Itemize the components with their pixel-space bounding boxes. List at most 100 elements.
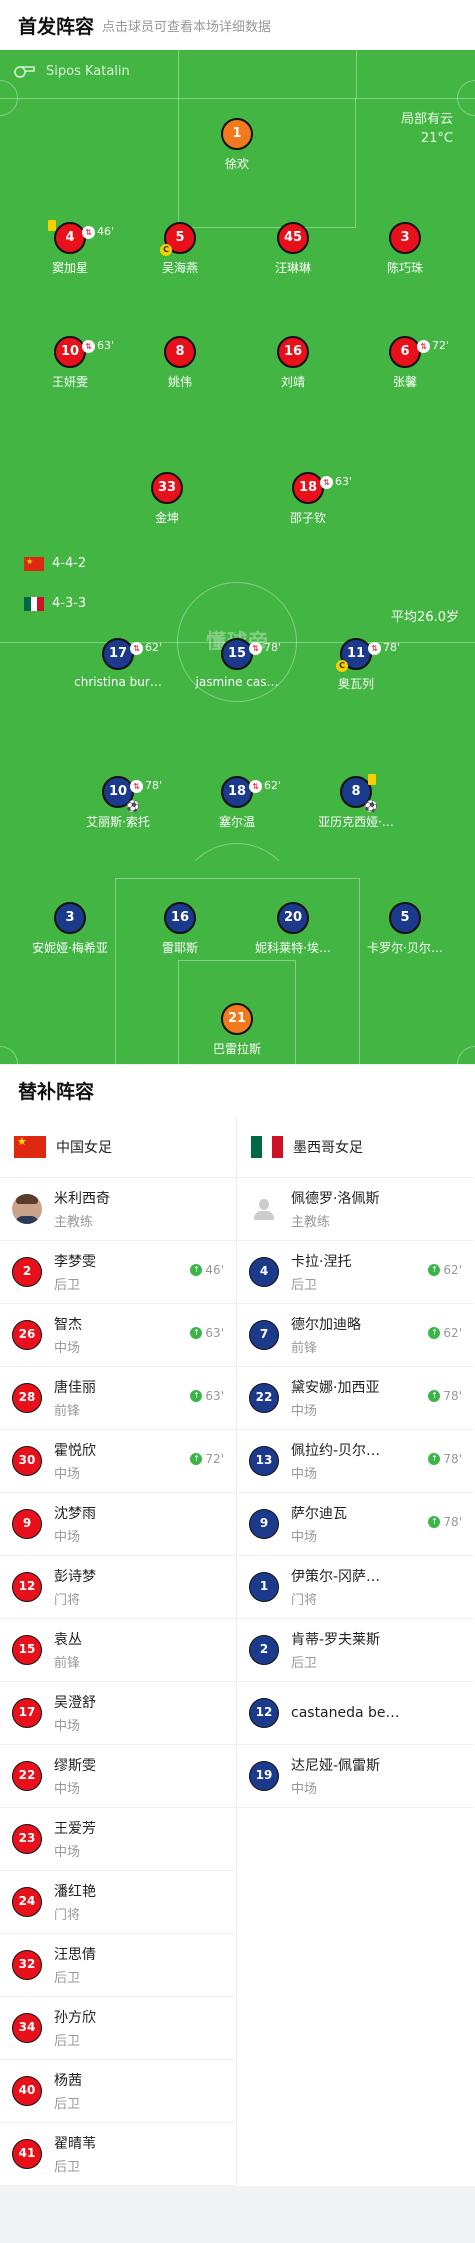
sub-player-row[interactable]: 34 孙方欣 后卫 xyxy=(0,1997,236,2060)
sub-player-row[interactable]: 26 智杰 中场 ↑ 63' xyxy=(0,1304,236,1367)
sub-player-row[interactable]: 22 缪斯雯 中场 xyxy=(0,1745,236,1808)
player-name: christina bur… xyxy=(74,675,162,689)
sub-player-row[interactable]: 7 德尔加迪略 前锋 ↑ 62' xyxy=(237,1304,474,1367)
home-player[interactable]: 8 姚伟 xyxy=(125,336,235,390)
sub-in-time: ↑ 63' xyxy=(190,1389,224,1403)
sub-player-row[interactable]: 17 吴澄舒 中场 xyxy=(0,1682,236,1745)
sub-player-row[interactable]: 1 伊策尔-冈萨… 门将 xyxy=(237,1556,474,1619)
sub-out-time: 72' xyxy=(432,339,450,352)
jersey-number: 13 xyxy=(249,1446,279,1476)
jersey-number: 18 ⇅ 63' xyxy=(292,472,352,504)
sub-player-row[interactable]: 15 袁丛 前锋 xyxy=(0,1619,236,1682)
away-player[interactable]: 20 妮科莱特·埃… xyxy=(238,902,348,956)
jersey-number: 33 xyxy=(151,472,183,504)
away-player[interactable]: 11 ⇅ 78' C 奥瓦列 xyxy=(301,638,411,692)
sub-player-row[interactable]: 30 霍悦欣 中场 ↑ 72' xyxy=(0,1430,236,1493)
jersey-number: 2 xyxy=(12,1257,42,1287)
player-name: 智杰 xyxy=(54,1317,82,1333)
sub-player-row[interactable]: 12 彭诗梦 门将 xyxy=(0,1556,236,1619)
home-player[interactable]: 3 陈巧珠 xyxy=(350,222,460,276)
home-player[interactable]: 5 C 吴海燕 xyxy=(125,222,235,276)
sub-player-row[interactable]: 24 潘红艳 门将 xyxy=(0,1871,236,1934)
home-player[interactable]: 4 ⇅ 46' 窦加星 xyxy=(15,220,125,276)
sub-player-row[interactable]: 2 李梦雯 后卫 ↑ 46' xyxy=(0,1241,236,1304)
default-avatar-icon xyxy=(249,1194,279,1224)
away-player[interactable]: 18 ⇅ 62' 塞尔温 xyxy=(182,776,292,830)
away-player[interactable]: 21 巴雷拉斯 xyxy=(182,1003,292,1057)
sub-player-row[interactable]: 22 黛安娜·加西亚 中场 ↑ 78' xyxy=(237,1367,474,1430)
substitution-icon: ⇅ xyxy=(249,779,262,793)
player-name: 肯蒂-罗夫莱斯 xyxy=(291,1632,381,1648)
mexico-flag-icon xyxy=(251,1135,283,1158)
away-player[interactable]: 16 雷耶斯 xyxy=(125,902,235,956)
jersey-number: 9 xyxy=(12,1509,42,1539)
sub-player-row[interactable]: 12 castaneda be… xyxy=(237,1682,474,1745)
home-player[interactable]: 10 ⇅ 63' 王妍雯 xyxy=(15,336,125,390)
away-coach-row[interactable]: 佩德罗·洛佩斯 主教练 xyxy=(237,1178,474,1241)
player-name: 吴澄舒 xyxy=(54,1695,96,1711)
sub-out-badge: ⇅ 63' xyxy=(82,332,114,360)
sub-player-row[interactable]: 2 肯蒂-罗夫莱斯 后卫 xyxy=(237,1619,474,1682)
sub-player-row[interactable]: 41 翟晴苇 后卫 xyxy=(0,2123,236,2186)
sub-in-minute: 62' xyxy=(443,1263,462,1277)
sub-player-row[interactable]: 13 佩拉约-贝尔… 中场 ↑ 78' xyxy=(237,1430,474,1493)
sub-in-time: ↑ 78' xyxy=(428,1452,462,1466)
sub-player-row[interactable]: 4 卡拉·涅托 后卫 ↑ 62' xyxy=(237,1241,474,1304)
substitution-icon: ⇅ xyxy=(130,641,143,655)
jersey-number: 10 ⇅ 78' ⚽ xyxy=(102,776,162,812)
jersey-number: 3 xyxy=(389,222,421,254)
home-coach-row[interactable]: 米利西奇 主教练 xyxy=(0,1178,236,1241)
jersey-number: 9 xyxy=(249,1509,279,1539)
sub-player-row[interactable]: 28 唐佳丽 前锋 ↑ 63' xyxy=(0,1367,236,1430)
player-position: 后卫 xyxy=(54,1971,81,1986)
player-name: 杨茜 xyxy=(54,2073,82,2089)
player-name: 伊策尔-冈萨… xyxy=(291,1569,381,1585)
sub-out-badge: ⇅ 78' xyxy=(130,772,162,800)
substitution-icon: ⇅ xyxy=(249,641,262,655)
away-player[interactable]: 8 ⚽ 亚历克西娅·… xyxy=(301,774,411,830)
away-player[interactable]: 17 ⇅ 62' christina bur… xyxy=(63,638,173,689)
home-player[interactable]: 33 金坤 xyxy=(112,472,222,526)
player-name: 亚历克西娅·… xyxy=(318,815,394,829)
subs-header: 替补阵容 xyxy=(0,1064,475,1116)
home-player[interactable]: 6 ⇅ 72' 张馨 xyxy=(350,336,460,390)
away-player[interactable]: 3 安妮娅·梅希亚 xyxy=(15,902,125,956)
jersey-number: 5 xyxy=(389,902,421,934)
captain-icon: C xyxy=(160,244,172,256)
home-team-name: 中国女足 xyxy=(56,1139,112,1156)
player-name: 唐佳丽 xyxy=(54,1380,96,1396)
jersey-number: 30 xyxy=(12,1446,42,1476)
jersey-number: 22 xyxy=(12,1761,42,1791)
sub-player-row[interactable]: 9 萨尔迪瓦 中场 ↑ 78' xyxy=(237,1493,474,1556)
away-player[interactable]: 15 ⇅ 78' jasmine cas… xyxy=(182,638,292,689)
sub-in-minute: 78' xyxy=(443,1515,462,1529)
player-name: 妮科莱特·埃… xyxy=(255,941,331,955)
sub-out-time: 46' xyxy=(97,225,115,238)
sub-out-time: 63' xyxy=(335,475,353,488)
sub-player-row[interactable]: 19 达尼娅-佩雷斯 中场 xyxy=(237,1745,474,1808)
player-name: jasmine cas… xyxy=(195,675,279,689)
sub-out-time: 78' xyxy=(264,641,282,654)
sub-player-row[interactable]: 32 汪思倩 后卫 xyxy=(0,1934,236,1997)
sub-out-time: 78' xyxy=(383,641,401,654)
away-team-head: 墨西哥女足 xyxy=(237,1116,474,1178)
player-name: 陈巧珠 xyxy=(386,261,423,275)
player-name: 奥瓦列 xyxy=(337,677,374,691)
captain-icon: C xyxy=(336,660,348,672)
sub-in-arrow-icon: ↑ xyxy=(428,1390,441,1402)
home-player[interactable]: 45 汪琳琳 xyxy=(238,222,348,276)
player-position: 门将 xyxy=(54,1593,81,1608)
top-touch-left xyxy=(178,50,179,98)
jersey-number: 1 xyxy=(221,118,253,150)
away-player[interactable]: 5 卡罗尔·贝尔… xyxy=(350,902,460,956)
sub-player-row[interactable]: 9 沈梦雨 中场 xyxy=(0,1493,236,1556)
sub-in-arrow-icon: ↑ xyxy=(190,1264,203,1276)
sub-player-row[interactable]: 23 王爱芳 中场 xyxy=(0,1808,236,1871)
home-player[interactable]: 1 徐欢 xyxy=(182,118,292,172)
home-player[interactable]: 18 ⇅ 63' 邵子钦 xyxy=(253,472,363,526)
sub-in-time: ↑ 63' xyxy=(190,1326,224,1340)
home-player[interactable]: 16 刘靖 xyxy=(238,336,348,390)
sub-player-row[interactable]: 40 杨茜 后卫 xyxy=(0,2060,236,2123)
away-player[interactable]: 10 ⇅ 78' ⚽ 艾丽斯·索托 xyxy=(63,776,173,830)
sub-in-time: ↑ 46' xyxy=(190,1263,224,1277)
